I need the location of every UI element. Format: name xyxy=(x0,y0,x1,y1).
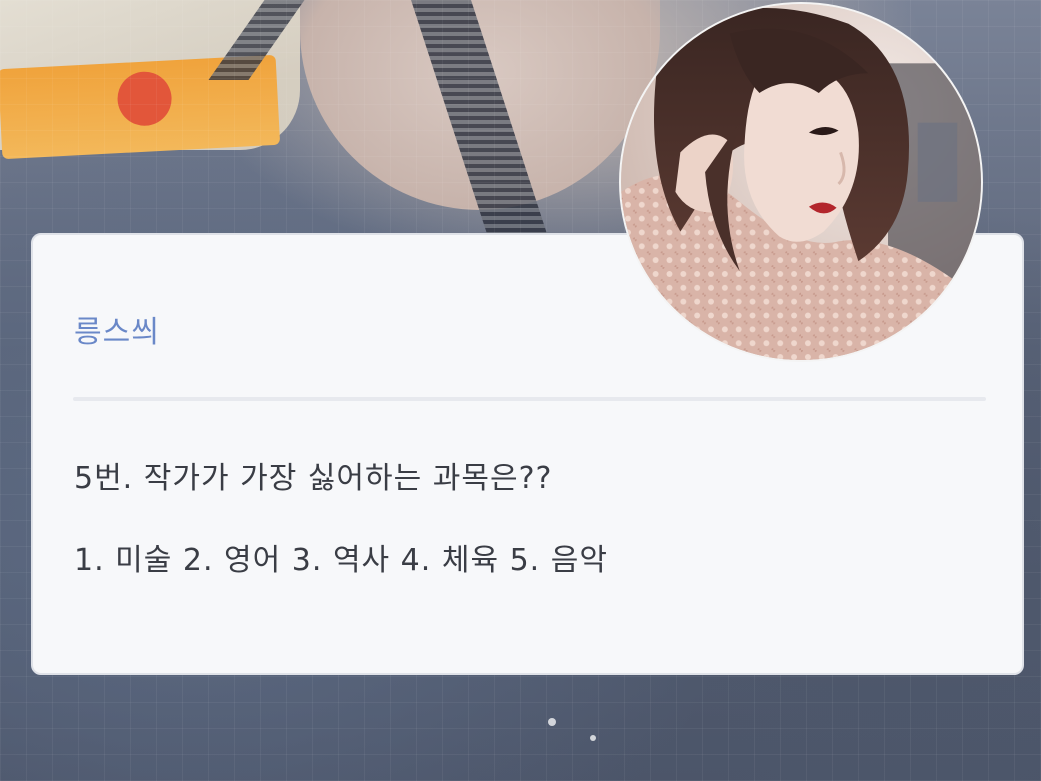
profile-photo-icon xyxy=(621,4,981,360)
profile-avatar[interactable] xyxy=(619,2,983,362)
card-divider xyxy=(73,397,986,401)
quiz-question: 5번. 작가가 가장 싫어하는 과목은?? xyxy=(74,461,553,496)
background-sparkle xyxy=(548,718,556,726)
quiz-options: 1. 미술 2. 영어 3. 역사 4. 체육 5. 음악 xyxy=(74,543,608,578)
background-sparkle xyxy=(590,735,596,741)
author-name[interactable]: 릉스씌 xyxy=(74,307,160,351)
